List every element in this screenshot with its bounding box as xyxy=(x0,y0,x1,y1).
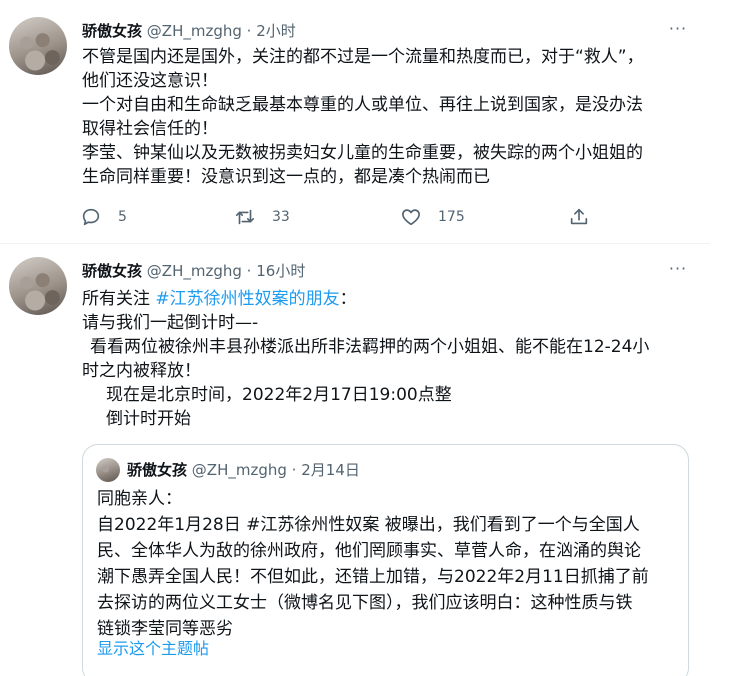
share-button[interactable] xyxy=(568,205,590,229)
quoted-text-line: 潮下愚弄全国人民！不但如此，还错上加错，与2022年2月11日抓捕了前 xyxy=(97,567,649,587)
tweet-text-line: 所有关注 #江苏徐州性奴案的朋友： xyxy=(82,287,692,311)
tweet-text-line: 现在是北京时间，2022年2月17日19:00点整 xyxy=(106,385,452,405)
quoted-tweet[interactable]: 骄傲女孩 @ZH_mzghg · 2月14日 同胞亲人： 自2022年1月28日… xyxy=(82,444,689,676)
tweet-text-line: 他们还没这意识！ xyxy=(82,71,218,91)
like-button[interactable]: 175 xyxy=(400,205,465,229)
retweet-icon xyxy=(235,209,255,225)
show-thread-link[interactable]: 显示这个主题帖 xyxy=(97,637,209,661)
more-options-icon[interactable]: ··· xyxy=(666,260,690,282)
timestamp[interactable]: 16小时 xyxy=(256,262,305,280)
quoted-text-line: 去探访的两位义工女士（微博名见下图），我们应该明白：这种性质与铁 xyxy=(97,593,633,613)
separator-dot: · xyxy=(246,22,252,40)
reply-button[interactable]: 5 xyxy=(80,205,127,229)
text-suffix: ： xyxy=(339,289,357,309)
separator-dot: · xyxy=(291,461,297,479)
like-count: 175 xyxy=(438,209,465,225)
quoted-tweet-text: 同胞亲人： 自2022年1月28日 #江苏徐州性奴案 被曝出，我们看到了一个与全… xyxy=(97,486,677,642)
quoted-text-line: 民、全体华人为敌的徐州政府，他们罔顾事实、草菅人命，在汹涌的舆论 xyxy=(97,541,641,561)
quoted-text-line: 自2022年1月28日 #江苏徐州性奴案 被曝出，我们看到了一个与全国人 xyxy=(97,515,640,535)
avatar[interactable] xyxy=(9,17,67,75)
tweet-text-line: 不管是国内还是国外，关注的都不过是一个流量和热度而已，对于“救人”， xyxy=(82,47,644,67)
quoted-avatar xyxy=(96,458,120,482)
tweet-text-line: 看看两位被徐州丰县孙楼派出所非法羁押的两个小姐姐、能不能在12-24小 xyxy=(90,337,650,357)
tweet[interactable]: 骄傲女孩 @ZH_mzghg · 2小时 ··· 不管是国内还是国外，关注的都不… xyxy=(0,0,710,244)
hashtag-link[interactable]: #江苏徐州性奴案的朋友 xyxy=(155,289,339,309)
avatar[interactable] xyxy=(9,257,67,315)
tweet-text-line: 时之内被释放！ xyxy=(82,361,201,381)
author-handle[interactable]: @ZH_mzghg xyxy=(147,262,242,280)
tweet-text: 所有关注 #江苏徐州性奴案的朋友： 请与我们一起倒计时—- 看看两位被徐州丰县孙… xyxy=(82,287,692,431)
tweet-text-line: 一个对自由和生命缺乏最基本尊重的人或单位、再往上说到国家，是没办法 xyxy=(82,95,643,115)
separator-dot: · xyxy=(246,262,252,280)
timestamp[interactable]: 2小时 xyxy=(256,22,296,40)
tweet[interactable]: 骄傲女孩 @ZH_mzghg · 16小时 ··· 所有关注 #江苏徐州性奴案的… xyxy=(0,245,710,676)
quoted-tweet-header: 骄傲女孩 @ZH_mzghg · 2月14日 xyxy=(127,459,360,481)
retweet-count: 33 xyxy=(272,209,290,225)
quoted-text-line: 同胞亲人： xyxy=(97,489,182,509)
tweet-text-line: 生命同样重要！没意识到这一点的，都是凑个热闹而已 xyxy=(82,167,490,187)
tweet-header: 骄傲女孩 @ZH_mzghg · 2小时 ··· xyxy=(82,20,690,42)
tweet-text-line: 取得社会信任的！ xyxy=(82,119,218,139)
quoted-timestamp: 2月14日 xyxy=(301,461,360,479)
author-name[interactable]: 骄傲女孩 xyxy=(82,262,142,280)
tweet-actions: 5 33 175 xyxy=(80,205,600,229)
tweet-text-line: 请与我们一起倒计时—- xyxy=(82,313,259,333)
retweet-button[interactable]: 33 xyxy=(234,205,290,229)
author-name[interactable]: 骄傲女孩 xyxy=(82,22,142,40)
text-prefix: 所有关注 xyxy=(82,289,156,309)
tweet-text: 不管是国内还是国外，关注的都不过是一个流量和热度而已，对于“救人”， 他们还没这… xyxy=(82,45,692,189)
reply-icon xyxy=(82,208,100,226)
share-icon xyxy=(570,208,588,225)
quoted-author-handle: @ZH_mzghg xyxy=(191,461,287,479)
more-options-icon[interactable]: ··· xyxy=(666,20,690,42)
reply-count: 5 xyxy=(118,209,127,225)
author-handle[interactable]: @ZH_mzghg xyxy=(147,22,242,40)
tweet-text-line: 李莹、钟某仙以及无数被拐卖妇女儿童的生命重要，被失踪的两个小姐姐的 xyxy=(82,143,643,163)
tweet-text-line: 倒计时开始 xyxy=(106,409,191,429)
heart-icon xyxy=(402,209,420,226)
tweet-header: 骄傲女孩 @ZH_mzghg · 16小时 ··· xyxy=(82,260,690,282)
quoted-author-name: 骄傲女孩 xyxy=(127,461,188,479)
